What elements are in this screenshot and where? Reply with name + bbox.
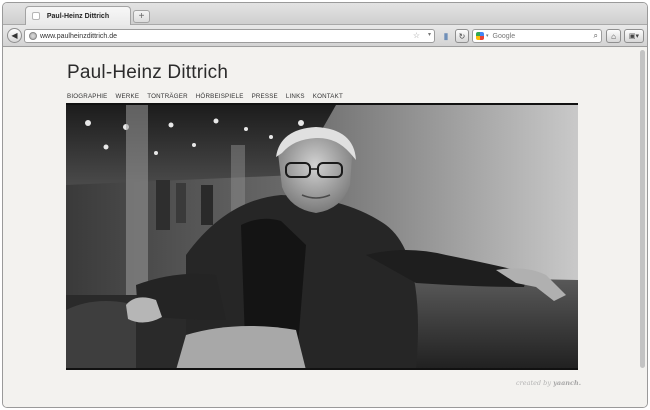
toolbar: ◀ www.paulheinzdittrich.de ☆ ▾ ▮ ↻ ▾ Goo… [3, 25, 647, 47]
nav-kontakt[interactable]: KONTAKT [313, 93, 343, 100]
vertical-scrollbar[interactable] [640, 50, 645, 368]
nav-tontraeger[interactable]: TONTRÄGER [147, 93, 188, 100]
magnifier-icon[interactable]: ⌕ [594, 31, 598, 41]
chevron-down-icon[interactable]: ▾ [428, 31, 431, 38]
main-nav: BIOGRAPHIE WERKE TONTRÄGER HÖRBEISPIELE … [67, 93, 351, 100]
home-button[interactable]: ⌂ [606, 29, 621, 43]
nav-hoerbeispiele[interactable]: HÖRBEISPIELE [196, 93, 244, 100]
hero-photo [66, 105, 578, 370]
address-bar[interactable]: www.paulheinzdittrich.de ☆ ▾ [24, 29, 435, 43]
nav-werke[interactable]: WERKE [116, 93, 140, 100]
page-menu-button[interactable]: ▣▾ [624, 29, 644, 43]
google-icon [476, 32, 484, 40]
nav-links[interactable]: LINKS [286, 93, 305, 100]
reload-button[interactable]: ↻ [455, 29, 469, 43]
page-content: Paul-Heinz Dittrich BIOGRAPHIE WERKE TON… [3, 48, 647, 407]
tab-strip: Paul-Heinz Dittrich + [3, 3, 647, 26]
nav-biographie[interactable]: BIOGRAPHIE [67, 93, 108, 100]
reader-icon[interactable]: ▮ [440, 29, 452, 43]
home-icon: ⌂ [611, 31, 616, 41]
back-button[interactable]: ◀ [7, 28, 22, 43]
credit-prefix: created by [516, 379, 551, 387]
search-input[interactable]: ▾ Google ⌕ [472, 29, 602, 43]
search-placeholder: Google [492, 32, 516, 40]
back-arrow-icon: ◀ [11, 31, 18, 40]
globe-icon [29, 32, 37, 40]
new-tab-button[interactable]: + [133, 10, 150, 23]
tab-title: Paul-Heinz Dittrich [46, 13, 110, 20]
credit-name[interactable]: yaanch. [553, 379, 581, 387]
star-icon[interactable]: ☆ [413, 31, 420, 40]
url-text: www.paulheinzdittrich.de [40, 32, 118, 40]
search-engine-chevron-icon[interactable]: ▾ [486, 33, 489, 39]
browser-window: Paul-Heinz Dittrich + ◀ www.paulheinzdit… [2, 2, 648, 408]
active-tab[interactable]: Paul-Heinz Dittrich [25, 6, 131, 26]
tab-close-icon[interactable] [32, 12, 40, 20]
footer-credit[interactable]: created by yaanch. [516, 379, 581, 387]
menu-icon: ▣▾ [628, 33, 640, 40]
site-title[interactable]: Paul-Heinz Dittrich [67, 62, 228, 84]
reload-icon: ↻ [458, 31, 466, 41]
nav-presse[interactable]: PRESSE [252, 93, 278, 100]
portrait-image [66, 105, 578, 368]
